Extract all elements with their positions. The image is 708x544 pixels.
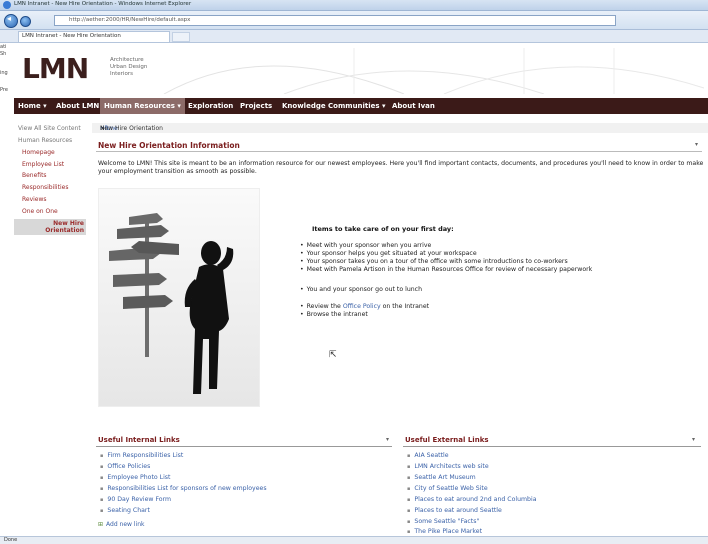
external-link-item[interactable]: Some Seattle "Facts" [407, 518, 479, 525]
nav-projects[interactable]: Projects [240, 102, 272, 110]
internal-links-title: Useful Internal Links [98, 436, 180, 444]
external-link-item[interactable]: AIA Seattle [407, 452, 448, 459]
leftnav-item-homepage[interactable]: Homepage [22, 149, 55, 156]
view-all-site-content-link[interactable]: View All Site Content [18, 125, 81, 132]
logo-sub-line: Interiors [110, 71, 133, 77]
internal-links-divider [96, 446, 392, 447]
nav-about-lmn[interactable]: About LMN [56, 102, 99, 110]
leftnav-item-new-hire-orientation[interactable]: New Hire Orientation [14, 219, 86, 235]
external-links-title: Useful External Links [405, 436, 489, 444]
external-link-item[interactable]: Places to eat around Seattle [407, 507, 501, 514]
window-title: LMN Intranet - New Hire Orientation - Wi… [14, 1, 192, 7]
clip-text: ati [0, 44, 7, 50]
add-new-link-button[interactable]: Add new link [98, 521, 144, 528]
breadcrumb-current: New Hire Orientation [100, 125, 163, 132]
status-text: Done [4, 537, 18, 543]
leftnav-item-employee-list[interactable]: Employee List [22, 161, 64, 168]
nav-exploration[interactable]: Exploration [188, 102, 233, 110]
page-title: New Hire Orientation Information [98, 141, 240, 150]
first-day-heading: Items to take care of on your first day: [312, 225, 454, 233]
clip-text: Sh [0, 51, 7, 57]
internal-link-item[interactable]: Firm Responsibilities List [100, 452, 183, 459]
address-text: http://aether:2000/HR/NewHire/default.as… [69, 17, 191, 23]
top-navigation: Home ▾ About LMN Human Resources ▾ Explo… [14, 98, 708, 114]
clip-text: Pre [0, 87, 8, 93]
leftnav-item-benefits[interactable]: Benefits [22, 172, 47, 179]
logo-sub-line: Architecture [110, 57, 144, 63]
task-item: Your sponsor helps you get situated at y… [300, 250, 477, 257]
task-item: Meet with Pamela Artison in the Human Re… [300, 266, 593, 273]
signpost-silhouette-image [98, 188, 260, 407]
leftnav-section-heading[interactable]: Human Resources [18, 137, 72, 144]
external-link-item[interactable]: City of Seattle Web Site [407, 485, 487, 492]
internal-link-item[interactable]: 90 Day Review Form [100, 496, 171, 503]
ie-logo-icon [3, 1, 11, 9]
task-item: Meet with your sponsor when you arrive [300, 242, 432, 249]
new-tab-button[interactable] [172, 32, 190, 42]
mouse-cursor-icon: ⇱ [329, 350, 337, 360]
breadcrumb: Home > HR > New Hire Orientation [92, 123, 708, 133]
external-links-divider [403, 446, 701, 447]
internal-links-caret-icon[interactable]: ▾ [386, 436, 389, 443]
logo-subtitle: Architecture Urban Design Interiors [110, 57, 147, 78]
tab-bar: LMN Intranet - New Hire Orientation [0, 30, 708, 43]
task-item: Your sponsor takes you on a tour of the … [300, 258, 568, 265]
internal-link-item[interactable]: Seating Chart [100, 507, 150, 514]
lmn-logo[interactable]: LMN [22, 52, 89, 85]
logo-sub-line: Urban Design [110, 64, 148, 70]
external-link-item[interactable]: LMN Architects web site [407, 463, 488, 470]
back-arrow-icon: ◂ [7, 14, 12, 23]
nav-human-resources[interactable]: Human Resources ▾ [100, 98, 185, 114]
left-edge-clip: ati Sh ing Pre [0, 44, 8, 94]
site-header: LMN Architecture Urban Design Interiors [14, 48, 708, 94]
office-policy-link[interactable]: Office Policy [343, 303, 381, 310]
clip-text: ing [0, 70, 8, 76]
window-titlebar: LMN Intranet - New Hire Orientation - Wi… [0, 0, 708, 11]
tab-current[interactable]: LMN Intranet - New Hire Orientation [18, 31, 170, 42]
tab-label: LMN Intranet - New Hire Orientation [22, 33, 121, 39]
leftnav-item-reviews[interactable]: Reviews [22, 196, 47, 203]
internal-link-item[interactable]: Office Policies [100, 463, 150, 470]
address-bar[interactable]: http://aether:2000/HR/NewHire/default.as… [54, 15, 616, 26]
external-link-item[interactable]: Seattle Art Museum [407, 474, 475, 481]
title-menu-caret-icon[interactable]: ▾ [695, 141, 698, 148]
review-suffix: on the Intranet [380, 303, 430, 310]
review-prefix: Review the [306, 303, 343, 310]
nav-knowledge-communities[interactable]: Knowledge Communities ▾ [282, 102, 386, 110]
title-divider [96, 151, 702, 152]
task-item-review-policy: Review the Office Policy on the Intranet [300, 303, 429, 310]
intro-paragraph: Welcome to LMN! This site is meant to be… [98, 160, 704, 175]
nav-about-ivan[interactable]: About Ivan [392, 102, 435, 110]
leftnav-item-one-on-one[interactable]: One on One [22, 208, 58, 215]
internal-link-item[interactable]: Employee Photo List [100, 474, 170, 481]
leftnav-item-responsibilities[interactable]: Responsibilities [22, 184, 68, 191]
internal-link-item[interactable]: Responsibilities List for sponsors of ne… [100, 485, 266, 492]
external-links-caret-icon[interactable]: ▾ [692, 436, 695, 443]
external-link-item[interactable]: The Pike Place Market [407, 528, 482, 535]
task-item: You and your sponsor go out to lunch [300, 286, 422, 293]
forward-button[interactable] [20, 16, 31, 27]
task-item: Browse the intranet [300, 311, 368, 318]
nav-home[interactable]: Home ▾ [18, 102, 47, 110]
browser-navbar: ◂ http://aether:2000/HR/NewHire/default.… [0, 11, 708, 30]
header-decoration-graphic [163, 48, 704, 94]
signpost-illustration [109, 213, 234, 394]
back-button[interactable]: ◂ [4, 14, 18, 28]
external-link-item[interactable]: Places to eat around 2nd and Columbia [407, 496, 536, 503]
